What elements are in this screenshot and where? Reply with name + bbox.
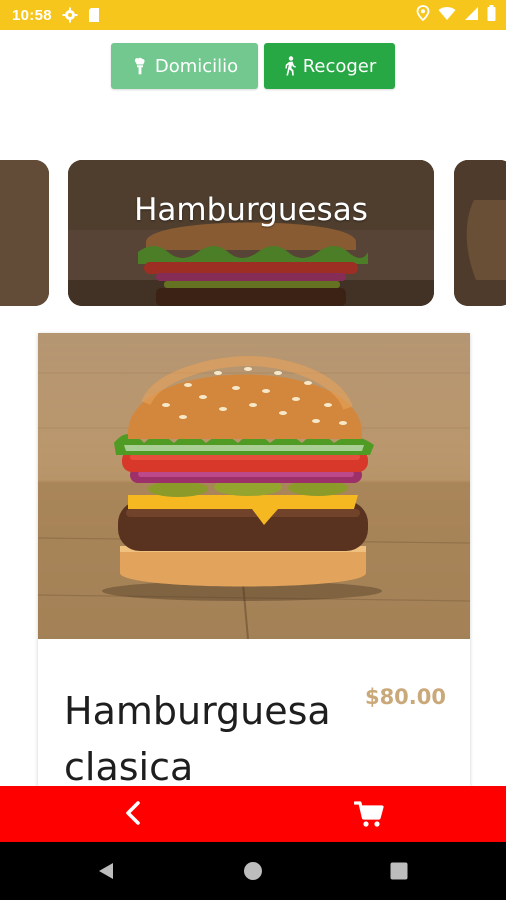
signal-icon bbox=[464, 6, 479, 25]
location-icon bbox=[416, 5, 430, 25]
sim-card-icon bbox=[88, 7, 100, 23]
delivery-mode-toggle: Domicilio Recoger bbox=[0, 43, 506, 89]
battery-icon bbox=[487, 5, 496, 25]
product-price: $80.00 bbox=[364, 685, 446, 709]
category-carousel[interactable]: Hamburguesas bbox=[0, 160, 506, 307]
chevron-left-icon[interactable] bbox=[122, 800, 144, 830]
cart-icon[interactable] bbox=[353, 800, 384, 832]
system-navigation-bar bbox=[0, 842, 506, 900]
home-circle-icon[interactable] bbox=[243, 861, 263, 885]
back-triangle-icon[interactable] bbox=[96, 861, 116, 885]
category-card-hamburguesas[interactable]: Hamburguesas bbox=[68, 160, 434, 306]
category-label: Hamburguesas bbox=[134, 192, 368, 228]
wifi-icon bbox=[438, 6, 456, 25]
recoger-button[interactable]: Recoger bbox=[264, 43, 395, 89]
status-time: 10:58 bbox=[12, 6, 52, 24]
product-name: Hamburguesa clasica bbox=[64, 689, 331, 789]
hamburger-image bbox=[68, 160, 434, 306]
domicilio-label: Domicilio bbox=[154, 55, 239, 77]
product-card[interactable]: Hamburguesa clasica $80.00 bbox=[38, 333, 470, 803]
delivery-icon bbox=[131, 57, 149, 75]
walking-icon bbox=[283, 56, 297, 76]
gear-icon bbox=[62, 7, 78, 23]
category-card-next[interactable] bbox=[454, 160, 506, 306]
recents-square-icon[interactable] bbox=[389, 861, 409, 885]
category-card-previous[interactable] bbox=[0, 160, 49, 306]
product-image bbox=[38, 333, 470, 640]
status-right-icons bbox=[416, 5, 496, 25]
bottom-action-bar bbox=[0, 786, 506, 842]
domicilio-button[interactable]: Domicilio bbox=[111, 43, 258, 89]
recoger-label: Recoger bbox=[302, 55, 377, 77]
status-bar: 10:58 bbox=[0, 0, 506, 30]
